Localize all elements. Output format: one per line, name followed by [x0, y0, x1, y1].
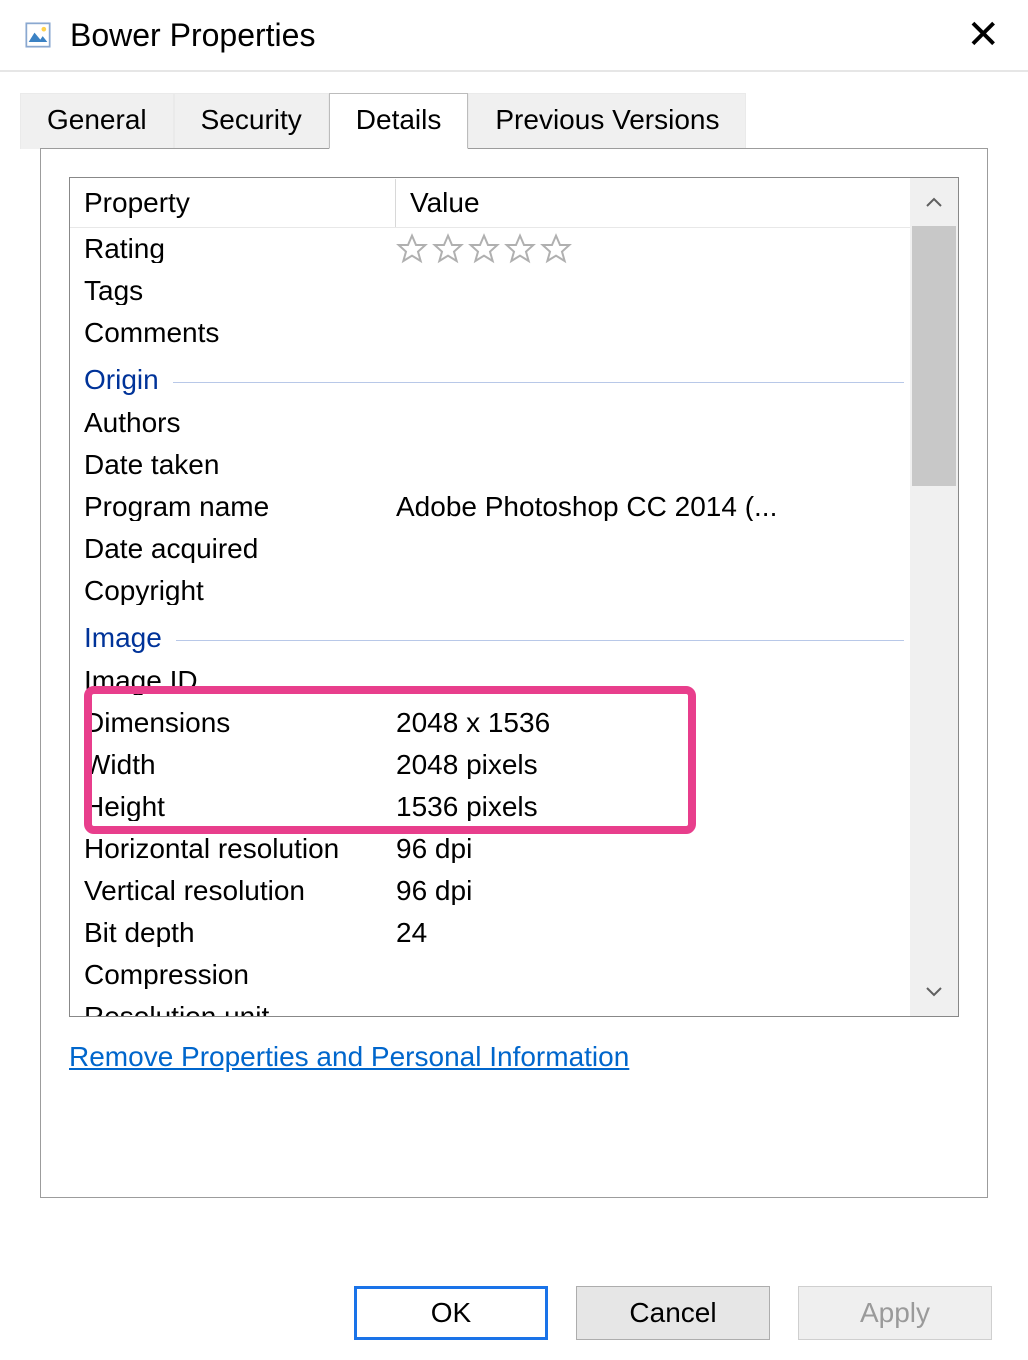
star-icon[interactable] [432, 233, 464, 265]
cancel-button[interactable]: Cancel [576, 1286, 770, 1340]
label-date-acquired: Date acquired [70, 535, 396, 563]
section-image: Image [70, 612, 910, 660]
close-button[interactable]: ✕ [962, 15, 1004, 55]
label-hres: Horizontal resolution [70, 835, 396, 863]
label-bitdepth: Bit depth [70, 919, 396, 947]
row-bitdepth[interactable]: Bit depth 24 [70, 912, 910, 954]
row-hres[interactable]: Horizontal resolution 96 dpi [70, 828, 910, 870]
value-program-name: Adobe Photoshop CC 2014 (... [396, 493, 910, 521]
tab-previous-versions[interactable]: Previous Versions [468, 93, 746, 149]
row-date-taken[interactable]: Date taken [70, 444, 910, 486]
section-image-label: Image [84, 622, 162, 654]
vertical-scrollbar[interactable] [910, 178, 958, 1016]
remove-properties-link-row: Remove Properties and Personal Informati… [69, 1041, 629, 1073]
scroll-up-button[interactable] [910, 178, 958, 226]
section-origin: Origin [70, 354, 910, 402]
apply-button: Apply [798, 1286, 992, 1340]
row-width[interactable]: Width 2048 pixels [70, 744, 910, 786]
rating-stars[interactable] [396, 233, 910, 265]
label-compression: Compression [70, 961, 396, 989]
details-panel: Property Value Rating [40, 148, 988, 1198]
column-header-property[interactable]: Property [70, 179, 396, 227]
scroll-track[interactable] [910, 226, 958, 968]
row-compression[interactable]: Compression [70, 954, 910, 996]
file-image-icon [24, 21, 52, 49]
window-title: Bower Properties [70, 17, 962, 54]
label-program-name: Program name [70, 493, 396, 521]
row-tags[interactable]: Tags [70, 270, 910, 312]
row-height[interactable]: Height 1536 pixels [70, 786, 910, 828]
ok-button[interactable]: OK [354, 1286, 548, 1340]
label-resunit: Resolution unit [70, 1003, 396, 1016]
label-image-id: Image ID [70, 667, 396, 695]
remove-properties-link[interactable]: Remove Properties and Personal Informati… [69, 1041, 629, 1072]
column-header-value[interactable]: Value [396, 179, 910, 227]
star-icon[interactable] [396, 233, 428, 265]
dialog-footer: OK Cancel Apply [0, 1286, 1028, 1340]
label-tags: Tags [70, 277, 396, 305]
chevron-up-icon [926, 197, 942, 207]
value-width: 2048 pixels [396, 751, 910, 779]
label-date-taken: Date taken [70, 451, 396, 479]
value-hres: 96 dpi [396, 835, 910, 863]
row-authors[interactable]: Authors [70, 402, 910, 444]
row-date-acquired[interactable]: Date acquired [70, 528, 910, 570]
label-width: Width [70, 751, 396, 779]
row-rating[interactable]: Rating [70, 228, 910, 270]
row-copyright[interactable]: Copyright [70, 570, 910, 612]
titlebar: Bower Properties ✕ [0, 0, 1028, 72]
star-icon[interactable] [504, 233, 536, 265]
section-origin-label: Origin [84, 364, 159, 396]
label-authors: Authors [70, 409, 396, 437]
tab-details[interactable]: Details [329, 93, 469, 149]
value-bitdepth: 24 [396, 919, 910, 947]
label-comments: Comments [70, 319, 396, 347]
label-height: Height [70, 793, 396, 821]
row-vres[interactable]: Vertical resolution 96 dpi [70, 870, 910, 912]
listview-header: Property Value [70, 178, 958, 228]
scroll-thumb[interactable] [912, 226, 956, 486]
value-dimensions: 2048 x 1536 [396, 709, 910, 737]
star-icon[interactable] [468, 233, 500, 265]
label-copyright: Copyright [70, 577, 396, 605]
tabstrip: General Security Details Previous Versio… [0, 72, 1028, 1198]
listview-body[interactable]: Rating Tags [70, 228, 910, 1016]
row-program-name[interactable]: Program name Adobe Photoshop CC 2014 (..… [70, 486, 910, 528]
row-comments[interactable]: Comments [70, 312, 910, 354]
row-resunit[interactable]: Resolution unit [70, 996, 910, 1016]
properties-listview[interactable]: Property Value Rating [69, 177, 959, 1017]
row-image-id[interactable]: Image ID [70, 660, 910, 702]
chevron-down-icon [926, 987, 942, 997]
value-height: 1536 pixels [396, 793, 910, 821]
label-dimensions: Dimensions [70, 709, 396, 737]
value-vres: 96 dpi [396, 877, 910, 905]
star-icon[interactable] [540, 233, 572, 265]
row-dimensions[interactable]: Dimensions 2048 x 1536 [70, 702, 910, 744]
tab-general[interactable]: General [20, 93, 174, 149]
scroll-down-button[interactable] [910, 968, 958, 1016]
tab-security[interactable]: Security [174, 93, 329, 149]
label-vres: Vertical resolution [70, 877, 396, 905]
label-rating: Rating [70, 235, 396, 263]
